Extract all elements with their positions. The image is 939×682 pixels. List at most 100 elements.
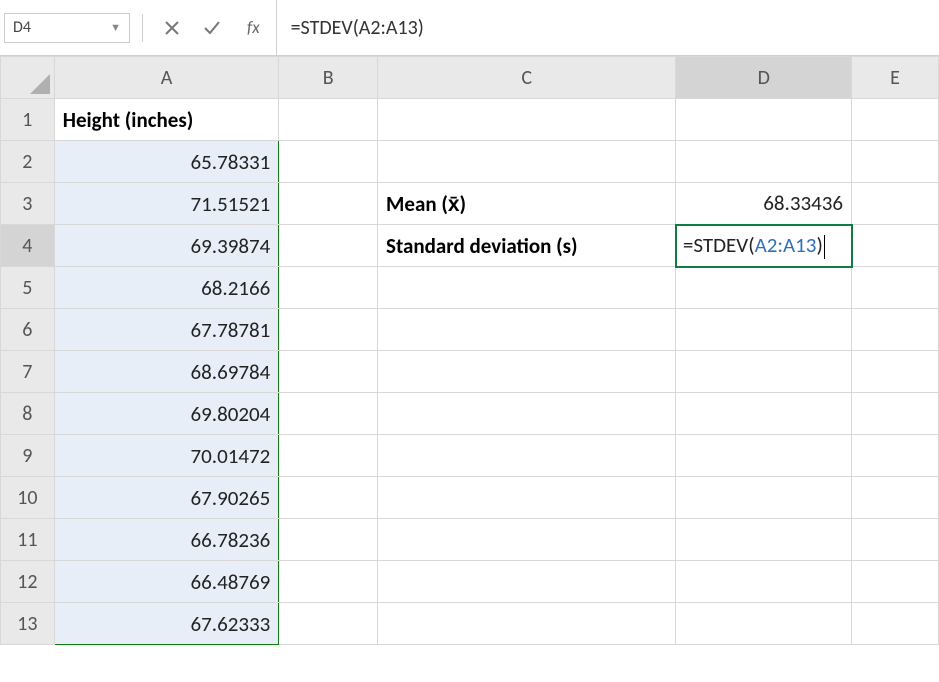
cell-B12[interactable]: [279, 561, 378, 603]
cell-A7[interactable]: 68.69784: [54, 351, 279, 393]
cell-D4-editing[interactable]: =STDEV(A2:A13): [676, 225, 852, 267]
cell-D6[interactable]: [676, 309, 852, 351]
cell-E2[interactable]: [852, 141, 939, 183]
col-header-E[interactable]: E: [852, 57, 939, 99]
cell-C13[interactable]: [378, 603, 676, 645]
cell-C6[interactable]: [378, 309, 676, 351]
cell-E7[interactable]: [852, 351, 939, 393]
row-header-11[interactable]: 11: [1, 519, 55, 561]
formula-bar-buttons: fx: [155, 17, 266, 39]
formula-reference: A2:A13: [755, 232, 817, 258]
row-header-9[interactable]: 9: [1, 435, 55, 477]
cell-A11[interactable]: 66.78236: [54, 519, 279, 561]
cell-C12[interactable]: [378, 561, 676, 603]
cell-A12[interactable]: 66.48769: [54, 561, 279, 603]
cell-E8[interactable]: [852, 393, 939, 435]
cell-E3[interactable]: [852, 183, 939, 225]
cell-A2[interactable]: 65.78331: [54, 141, 279, 183]
formula-suffix: ): [816, 232, 822, 258]
cell-D5[interactable]: [676, 267, 852, 309]
cell-B6[interactable]: [279, 309, 378, 351]
cell-E11[interactable]: [852, 519, 939, 561]
name-box-value: D4: [13, 18, 31, 37]
cell-E13[interactable]: [852, 603, 939, 645]
cell-B11[interactable]: [279, 519, 378, 561]
row-header-13[interactable]: 13: [1, 603, 55, 645]
cell-B3[interactable]: [279, 183, 378, 225]
cell-C11[interactable]: [378, 519, 676, 561]
name-box[interactable]: D4 ▼: [4, 13, 130, 43]
cell-E12[interactable]: [852, 561, 939, 603]
cell-C9[interactable]: [378, 435, 676, 477]
cell-A3[interactable]: 71.51521: [54, 183, 279, 225]
cell-B7[interactable]: [279, 351, 378, 393]
col-header-D[interactable]: D: [676, 57, 852, 99]
cell-A10[interactable]: 67.90265: [54, 477, 279, 519]
cell-D3[interactable]: 68.33436: [676, 183, 852, 225]
row-header-6[interactable]: 6: [1, 309, 55, 351]
formula-prefix: =STDEV(: [683, 232, 755, 258]
cell-C3[interactable]: Mean (x̄): [378, 183, 676, 225]
cell-D7[interactable]: [676, 351, 852, 393]
chevron-down-icon[interactable]: ▼: [110, 21, 121, 34]
cell-A5[interactable]: 68.2166: [54, 267, 279, 309]
fx-icon[interactable]: fx: [247, 17, 260, 38]
row-header-7[interactable]: 7: [1, 351, 55, 393]
spreadsheet-grid[interactable]: A B C D E 1 Height (inches) 2 65.78331 3…: [0, 56, 939, 645]
text-cursor: [824, 235, 825, 259]
row-header-5[interactable]: 5: [1, 267, 55, 309]
cell-B9[interactable]: [279, 435, 378, 477]
cell-D10[interactable]: [676, 477, 852, 519]
col-header-A[interactable]: A: [54, 57, 279, 99]
cell-D9[interactable]: [676, 435, 852, 477]
cell-C4[interactable]: Standard deviation (s): [378, 225, 676, 267]
cell-C10[interactable]: [378, 477, 676, 519]
select-all-corner[interactable]: [1, 57, 55, 99]
row-header-4[interactable]: 4: [1, 225, 55, 267]
row-header-2[interactable]: 2: [1, 141, 55, 183]
cell-B8[interactable]: [279, 393, 378, 435]
cell-D8[interactable]: [676, 393, 852, 435]
cell-D12[interactable]: [676, 561, 852, 603]
cell-D11[interactable]: [676, 519, 852, 561]
formula-input-text: =STDEV(A2:A13): [291, 16, 424, 40]
cell-B10[interactable]: [279, 477, 378, 519]
cell-C5[interactable]: [378, 267, 676, 309]
cell-E5[interactable]: [852, 267, 939, 309]
cell-A6[interactable]: 67.78781: [54, 309, 279, 351]
col-header-B[interactable]: B: [279, 57, 378, 99]
cell-E10[interactable]: [852, 477, 939, 519]
formula-input[interactable]: =STDEV(A2:A13): [276, 0, 939, 55]
cell-C1[interactable]: [378, 99, 676, 141]
cell-C2[interactable]: [378, 141, 676, 183]
cell-B4[interactable]: [279, 225, 378, 267]
enter-icon[interactable]: [201, 17, 223, 39]
cell-A13[interactable]: 67.62333: [54, 603, 279, 645]
cell-D1[interactable]: [676, 99, 852, 141]
cancel-icon[interactable]: [161, 17, 183, 39]
cell-D13[interactable]: [676, 603, 852, 645]
row-header-3[interactable]: 3: [1, 183, 55, 225]
cell-B13[interactable]: [279, 603, 378, 645]
cell-E4[interactable]: [852, 225, 939, 267]
divider: [142, 14, 143, 42]
row-header-12[interactable]: 12: [1, 561, 55, 603]
row-header-10[interactable]: 10: [1, 477, 55, 519]
cell-B5[interactable]: [279, 267, 378, 309]
cell-A8[interactable]: 69.80204: [54, 393, 279, 435]
cell-A1[interactable]: Height (inches): [54, 99, 279, 141]
cell-B2[interactable]: [279, 141, 378, 183]
cell-E6[interactable]: [852, 309, 939, 351]
cell-E9[interactable]: [852, 435, 939, 477]
formula-bar: D4 ▼ fx =STDEV(A2:A13): [0, 0, 939, 56]
row-header-1[interactable]: 1: [1, 99, 55, 141]
cell-C7[interactable]: [378, 351, 676, 393]
cell-C8[interactable]: [378, 393, 676, 435]
cell-E1[interactable]: [852, 99, 939, 141]
cell-D2[interactable]: [676, 141, 852, 183]
col-header-C[interactable]: C: [378, 57, 676, 99]
row-header-8[interactable]: 8: [1, 393, 55, 435]
cell-A9[interactable]: 70.01472: [54, 435, 279, 477]
cell-B1[interactable]: [279, 99, 378, 141]
cell-A4[interactable]: 69.39874: [54, 225, 279, 267]
